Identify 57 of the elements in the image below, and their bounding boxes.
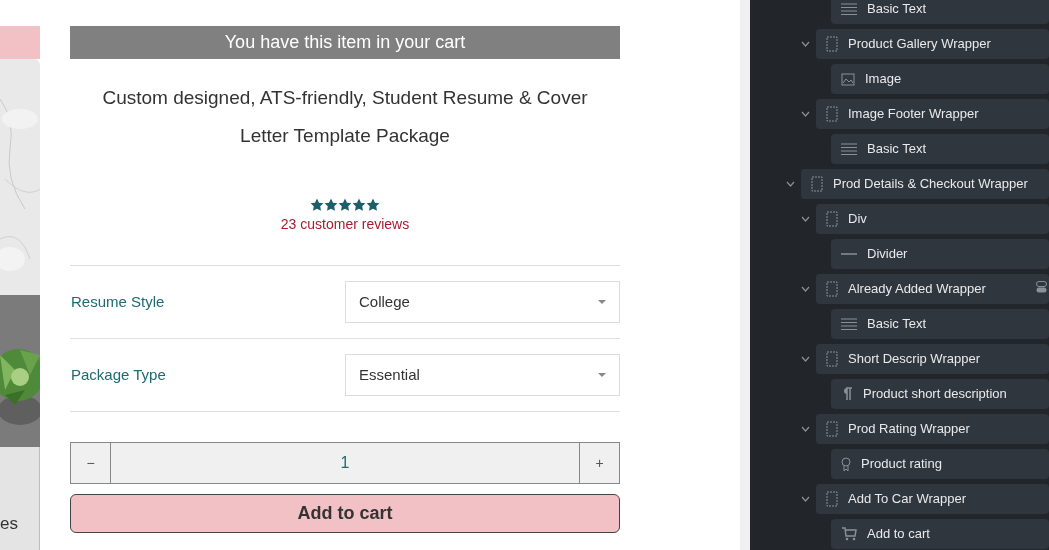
star-icon bbox=[366, 198, 380, 212]
container-icon bbox=[826, 351, 838, 367]
product-title: Custom designed, ATS-friendly, Student Resume & Cover Letter Template Package bbox=[101, 86, 589, 148]
tree-item[interactable]: Short Descrip Wrapper bbox=[816, 344, 1049, 374]
option-select[interactable]: Essential bbox=[345, 354, 620, 396]
paragraph-icon bbox=[841, 387, 853, 401]
tree-item[interactable]: Divider bbox=[831, 239, 1049, 269]
add-to-cart-button[interactable]: Add to cart bbox=[70, 494, 620, 533]
cart-notice: You have this item in your cart bbox=[70, 26, 620, 59]
star-icon bbox=[352, 198, 366, 212]
accent-strip bbox=[0, 26, 40, 59]
chevron-icon[interactable] bbox=[801, 286, 810, 292]
chevron-icon[interactable] bbox=[801, 41, 810, 47]
option-select[interactable]: College bbox=[345, 281, 620, 323]
star-icon bbox=[324, 198, 338, 212]
chevron-icon[interactable] bbox=[786, 181, 795, 187]
tree-item[interactable]: Add To Car Wrapper bbox=[816, 484, 1049, 514]
container-icon bbox=[826, 106, 838, 122]
container-icon bbox=[826, 211, 838, 227]
tree-item[interactable]: Product short description bbox=[831, 379, 1049, 409]
tree-item[interactable]: Add to cart bbox=[831, 519, 1049, 549]
divider-icon bbox=[841, 253, 857, 255]
tree-item[interactable]: Prod Rating Wrapper bbox=[816, 414, 1049, 444]
chevron-icon[interactable] bbox=[801, 356, 810, 362]
option-label: Resume Style bbox=[71, 291, 165, 312]
container-icon bbox=[811, 176, 823, 192]
text-lines-icon bbox=[841, 3, 857, 15]
chevron-icon[interactable] bbox=[801, 426, 810, 432]
tree-item[interactable]: Product Gallery Wrapper bbox=[816, 29, 1049, 59]
chevron-icon[interactable] bbox=[801, 216, 810, 222]
tree-item[interactable]: Prod Details & Checkout Wrapper bbox=[801, 169, 1049, 199]
container-icon bbox=[826, 281, 838, 297]
star-icon bbox=[338, 198, 352, 212]
footer-text: es bbox=[0, 515, 18, 532]
container-icon bbox=[826, 36, 838, 52]
tree-item[interactable]: Image bbox=[831, 64, 1049, 94]
cart-icon bbox=[841, 527, 857, 541]
star-icon bbox=[310, 198, 324, 212]
chevron-icon[interactable] bbox=[801, 496, 810, 502]
image-icon bbox=[841, 72, 855, 86]
container-icon bbox=[826, 421, 838, 437]
dropdown-arrow-icon bbox=[598, 373, 606, 377]
tree-item[interactable]: Basic Text bbox=[831, 309, 1049, 339]
award-icon bbox=[841, 456, 851, 472]
reviews-link[interactable]: 23 customer reviews bbox=[280, 214, 410, 235]
option-label: Package Type bbox=[71, 364, 166, 385]
container-icon bbox=[826, 491, 838, 507]
text-lines-icon bbox=[841, 318, 857, 330]
tree-item[interactable]: Product rating bbox=[831, 449, 1049, 479]
tree-item[interactable]: Div bbox=[816, 204, 1049, 234]
tree-item[interactable]: Image Footer Wrapper bbox=[816, 99, 1049, 129]
chevron-icon[interactable] bbox=[801, 111, 810, 117]
dropdown-arrow-icon bbox=[598, 300, 606, 304]
tree-item[interactable]: Basic Text bbox=[831, 134, 1049, 164]
tree-item[interactable]: Basic Text bbox=[831, 0, 1049, 24]
text-lines-icon bbox=[841, 143, 857, 155]
tree-item[interactable]: Already Added Wrapper bbox=[816, 274, 1049, 304]
